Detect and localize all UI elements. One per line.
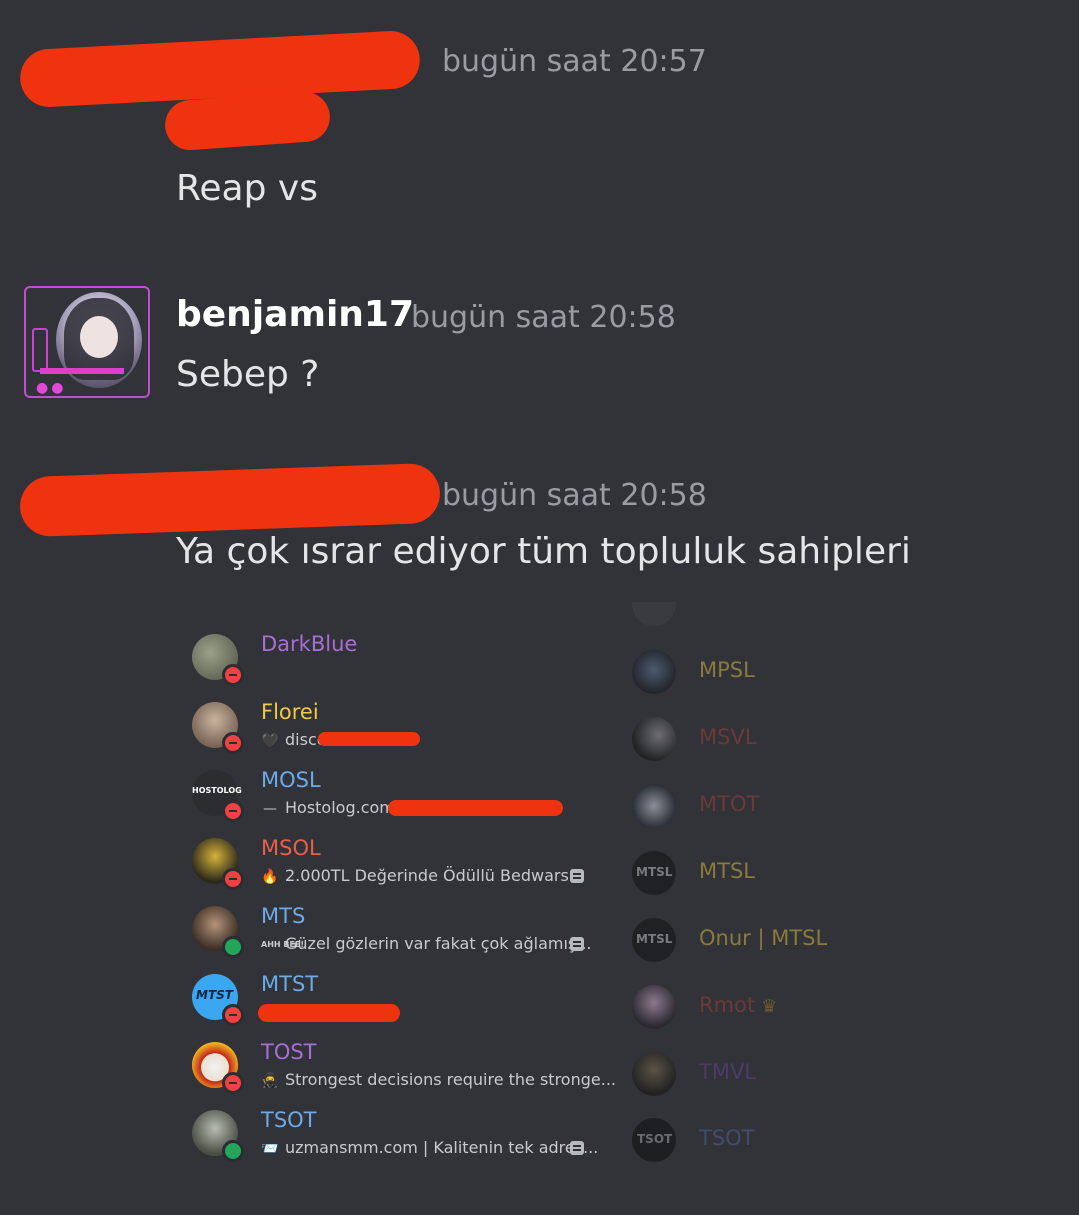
redaction-mark [318,732,420,746]
member-avatar [632,784,676,828]
status-emoji-icon: 📨 [261,1141,279,1157]
member-custom-status: 🔥 2.000TL Değerinde Ödüllü Bedwars... [261,866,585,885]
document-icon [570,1141,584,1155]
member-avatar: TSOT [632,1118,676,1162]
message-text: Reap vs [176,168,318,209]
online-status-icon [222,936,244,958]
redaction-mark [388,800,563,816]
member-avatar: MTSL [632,918,676,962]
message-author[interactable]: benjamin17 [176,294,414,335]
message-timestamp: bugün saat 20:58 [411,300,676,335]
member-name: MTST [261,972,319,996]
member-avatar [632,1052,676,1096]
redaction-mark [19,462,441,538]
member-avatar [632,650,676,694]
member-item-mtsl[interactable]: MTSL MTSL [630,851,930,899]
member-item-mtot[interactable]: MTOT [630,784,930,832]
dnd-status-icon [222,732,244,754]
dnd-status-icon [222,1072,244,1094]
redaction-mark [18,29,422,109]
member-name: MOSL [261,768,321,792]
member-avatar: MTSL [632,851,676,895]
member-name: TMVL [699,1060,757,1084]
member-custom-status: — Hostolog.com [263,798,395,817]
member-name: TSOT [261,1108,317,1132]
message-text: Sebep ? [176,354,320,395]
member-item-mts[interactable]: MTS AHH BEE!Güzel gözlerin var fakat çok… [190,904,610,968]
status-emoji-icon: — [263,801,277,817]
message-timestamp: bugün saat 20:57 [442,44,707,79]
status-emoji-icon: 🖤 [261,733,279,749]
member-name: MPSL [699,658,755,682]
member-avatar [632,717,676,761]
dnd-status-icon [222,868,244,890]
member-avatar [632,985,676,1029]
document-icon [570,869,584,883]
member-custom-status: AHH BEE!Güzel gözlerin var fakat çok ağl… [261,934,592,953]
message-timestamp: bugün saat 20:58 [442,478,707,513]
member-name: TSOT [699,1126,755,1150]
message-text: Ya çok ısrar ediyor tüm topluluk sahiple… [176,531,911,572]
member-name: MTOT [699,792,760,816]
status-emoji-icon: 🔥 [261,869,279,885]
member-custom-status: 📨 uzmansmm.com | Kalitenin tek adres... [261,1138,599,1157]
member-item-rmot[interactable]: Rmot ♛ [630,985,930,1033]
status-emoji-icon: 🥷 [261,1073,279,1089]
member-item-tmvl[interactable]: TMVL [630,1052,930,1100]
dnd-status-icon [222,800,244,822]
member-name: MTS [261,904,306,928]
member-item-tost[interactable]: TOST 🥷 Strongest decisions require the st… [190,1040,616,1104]
user-avatar[interactable]: ●● [24,286,150,398]
crown-icon: ♛ [761,996,778,1017]
member-item-tsot-offline[interactable]: TSOT TSOT [630,1118,930,1166]
member-name: MTSL [699,859,755,883]
member-item-mpsl[interactable]: MPSL [630,650,930,698]
redaction-mark [258,1004,400,1022]
member-item-mtst[interactable]: MTST MTST [190,972,610,1036]
member-item-darkblue[interactable]: DarkBlue [190,632,610,696]
member-name: DarkBlue [261,632,358,656]
member-name: MSOL [261,836,321,860]
dnd-status-icon [222,664,244,686]
member-name: TOST [261,1040,317,1064]
online-status-icon [222,1140,244,1162]
member-avatar-partial [632,602,676,626]
document-icon [570,937,584,951]
member-name: Onur | MTSL [699,926,828,950]
member-item-msvl[interactable]: MSVL [630,717,930,765]
member-name: MSVL [699,725,757,749]
member-item-msol[interactable]: MSOL 🔥 2.000TL Değerinde Ödüllü Bedwars..… [190,836,610,900]
status-emoji-icon: AHH BEE! [261,940,305,949]
member-custom-status: 🥷 Strongest decisions require the stronge… [261,1070,616,1089]
member-item-onur-mtsl[interactable]: MTSL Onur | MTSL [630,918,930,966]
member-item-tsot[interactable]: TSOT 📨 uzmansmm.com | Kalitenin tek adres… [190,1108,610,1172]
redaction-mark [163,90,332,152]
member-name: Rmot ♛ [699,993,778,1017]
dnd-status-icon [222,1004,244,1026]
member-name: Florei [261,700,319,724]
